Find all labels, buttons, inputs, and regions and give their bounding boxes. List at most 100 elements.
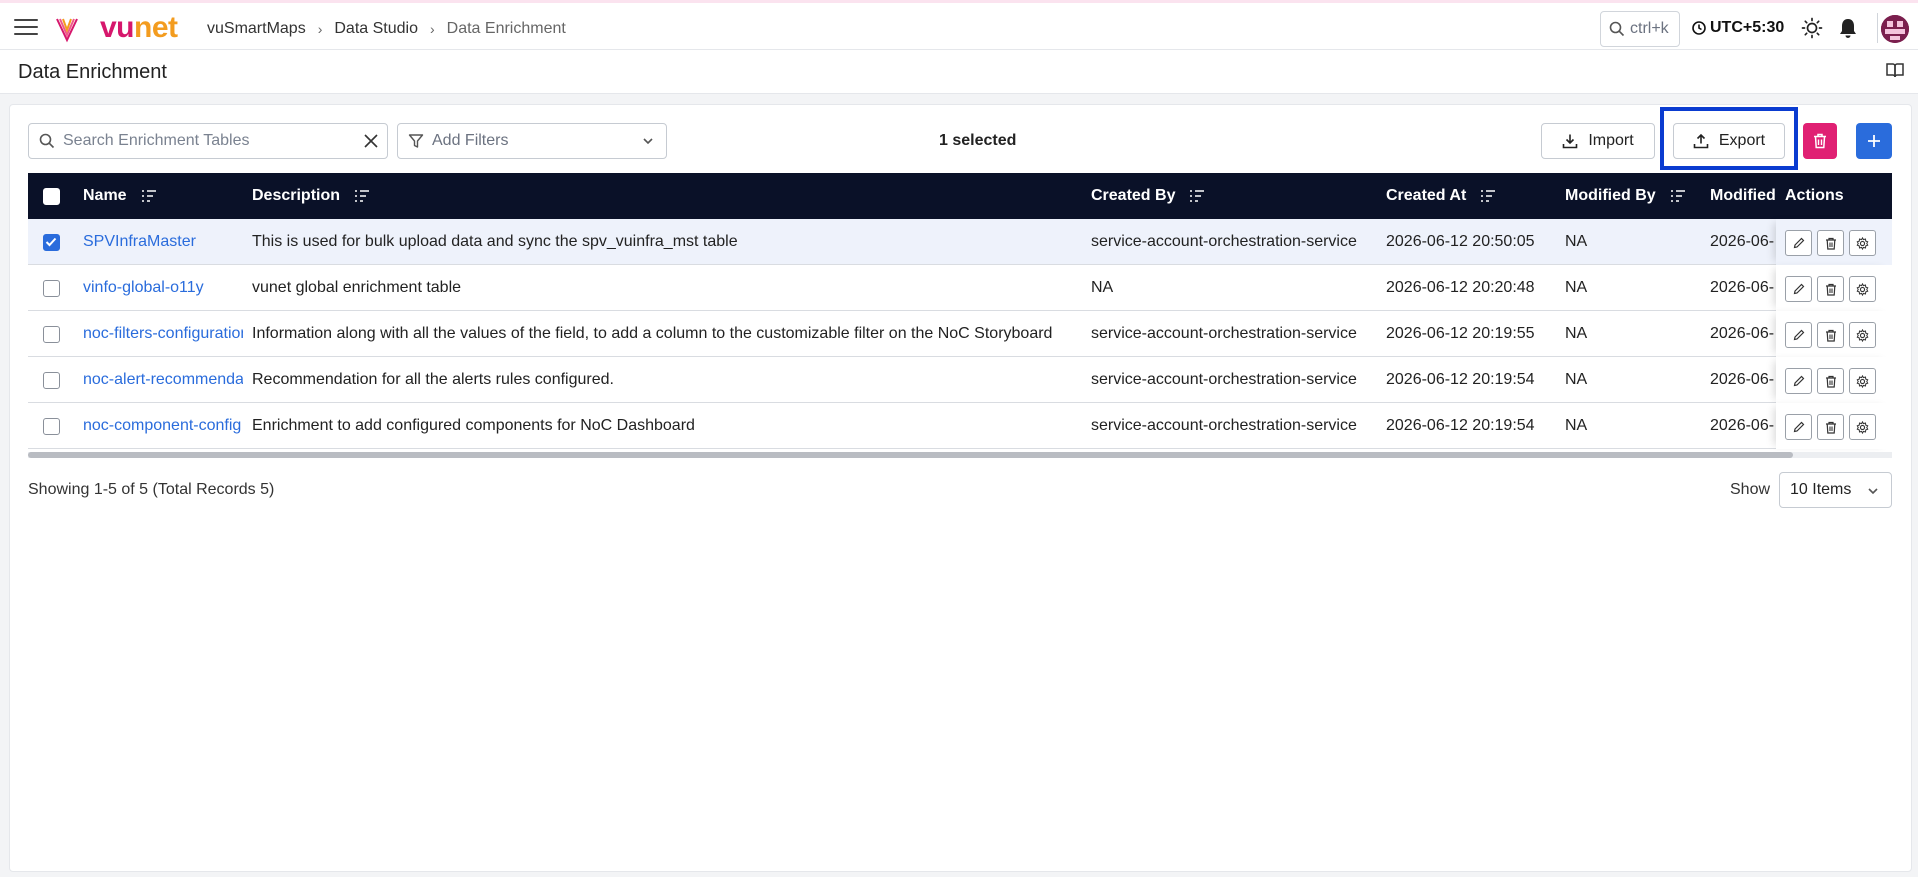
trash-icon	[1825, 283, 1836, 296]
settings-button[interactable]	[1849, 230, 1876, 256]
delete-button[interactable]	[1817, 230, 1844, 256]
delete-button[interactable]	[1817, 322, 1844, 348]
row-name-link[interactable]: noc-component-config	[83, 417, 243, 435]
row-modified-by: NA	[1565, 325, 1588, 342]
settings-button[interactable]	[1849, 414, 1876, 440]
row-modified-at: 2026-06-	[1710, 279, 1775, 296]
row-modified-by: NA	[1565, 417, 1588, 434]
plus-icon	[1868, 135, 1880, 147]
gear-icon	[1856, 420, 1869, 434]
row-created-at: 2026-06-12 20:19:54	[1386, 371, 1535, 388]
gear-icon	[1856, 282, 1869, 296]
settings-button[interactable]	[1849, 276, 1876, 302]
row-modified-at: 2026-06-	[1710, 417, 1775, 434]
avatar[interactable]	[1881, 15, 1909, 43]
row-checkbox[interactable]	[43, 234, 60, 251]
row-created-by: NA	[1091, 279, 1114, 296]
page-size-label: Show	[1730, 481, 1771, 498]
table-row[interactable]: SPVInfraMaster This is used for bulk upl…	[28, 219, 1892, 265]
table-row[interactable]: noc-filters-configuration Information al…	[28, 311, 1892, 357]
edit-button[interactable]	[1785, 414, 1812, 440]
search-input[interactable]	[63, 132, 353, 150]
column-header-label: Actions	[1785, 187, 1844, 204]
row-actions	[1776, 311, 1892, 357]
row-modified-by: NA	[1565, 279, 1588, 296]
trash-icon	[1825, 421, 1836, 434]
page-header: Data Enrichment	[0, 50, 1918, 94]
edit-button[interactable]	[1785, 230, 1812, 256]
sort-icon[interactable]	[141, 189, 157, 203]
edit-button[interactable]	[1785, 276, 1812, 302]
sort-icon[interactable]	[1670, 189, 1686, 203]
edit-button[interactable]	[1785, 322, 1812, 348]
timezone-selector[interactable]: UTC+5:30	[1692, 19, 1784, 37]
settings-button[interactable]	[1849, 322, 1876, 348]
add-button[interactable]	[1856, 123, 1892, 159]
sort-icon[interactable]	[354, 189, 370, 203]
export-button[interactable]: Export	[1673, 123, 1785, 159]
import-button[interactable]: Import	[1541, 123, 1655, 159]
row-checkbox[interactable]	[43, 326, 60, 343]
clock-icon	[1692, 21, 1706, 35]
download-icon	[1563, 134, 1578, 149]
row-actions	[1776, 403, 1892, 449]
column-header-label: Created At	[1386, 187, 1467, 204]
row-checkbox[interactable]	[43, 280, 60, 297]
selected-count: 1 selected	[939, 132, 1017, 149]
add-filters-dropdown[interactable]: Add Filters	[397, 123, 667, 159]
row-name-link[interactable]: vinfo-global-o11y	[83, 279, 243, 297]
divider	[1877, 13, 1878, 43]
search-icon	[1609, 21, 1625, 37]
pencil-icon	[1793, 421, 1804, 433]
row-modified-by: NA	[1565, 371, 1588, 388]
page-size-select[interactable]: 10 Items	[1779, 472, 1892, 508]
search-icon	[39, 133, 55, 149]
bulk-delete-button[interactable]	[1803, 123, 1837, 159]
column-header-description: Description	[252, 187, 370, 205]
filter-icon	[408, 134, 424, 148]
chevron-right-icon: ›	[429, 21, 435, 37]
pencil-icon	[1793, 375, 1804, 387]
breadcrumb-data-studio[interactable]: Data Studio	[334, 20, 418, 38]
row-name-link[interactable]: noc-filters-configuration	[83, 325, 243, 343]
delete-button[interactable]	[1817, 368, 1844, 394]
table-row[interactable]: vinfo-global-o11y vunet global enrichmen…	[28, 265, 1892, 311]
delete-button[interactable]	[1817, 414, 1844, 440]
edit-button[interactable]	[1785, 368, 1812, 394]
row-created-at: 2026-06-12 20:19:54	[1386, 417, 1535, 434]
import-label: Import	[1588, 132, 1634, 149]
row-modified-at: 2026-06-	[1710, 325, 1775, 342]
delete-button[interactable]	[1817, 276, 1844, 302]
brand-logo[interactable]: vunet	[100, 11, 178, 45]
table-row[interactable]: noc-alert-recommendation Recommendation …	[28, 357, 1892, 403]
gear-icon	[1856, 328, 1869, 342]
settings-button[interactable]	[1849, 368, 1876, 394]
row-description: This is used for bulk upload data and sy…	[252, 233, 738, 250]
page-size-value: 10 Items	[1790, 481, 1852, 498]
global-search-button[interactable]: ctrl+k	[1600, 11, 1680, 47]
breadcrumb-vusmartmaps[interactable]: vuSmartMaps	[207, 20, 306, 38]
row-description: Information along with all the values of…	[252, 325, 1053, 342]
column-header-label: Name	[83, 187, 127, 204]
gear-icon	[1856, 236, 1869, 250]
bell-icon[interactable]	[1838, 17, 1858, 39]
book-icon[interactable]	[1886, 62, 1904, 78]
row-description: Enrichment to add configured components …	[252, 417, 695, 434]
row-modified-at: 2026-06-	[1710, 233, 1775, 250]
row-name-link[interactable]: noc-alert-recommendation	[83, 371, 243, 389]
menu-icon[interactable]	[14, 19, 38, 37]
sun-icon[interactable]	[1801, 17, 1823, 39]
row-checkbox[interactable]	[43, 372, 60, 389]
sort-icon[interactable]	[1189, 189, 1205, 203]
scrollbar-thumb[interactable]	[28, 452, 1793, 458]
close-icon[interactable]	[363, 133, 379, 149]
table-row[interactable]: noc-component-config Enrichment to add c…	[28, 403, 1892, 449]
pagination-summary: Showing 1-5 of 5 (Total Records 5)	[28, 481, 275, 498]
row-created-at: 2026-06-12 20:20:48	[1386, 279, 1535, 296]
row-name-link[interactable]: SPVInfraMaster	[83, 233, 243, 251]
row-actions	[1776, 265, 1892, 311]
horizontal-scrollbar[interactable]	[28, 452, 1892, 458]
row-checkbox[interactable]	[43, 418, 60, 435]
sort-icon[interactable]	[1480, 189, 1496, 203]
select-all-checkbox[interactable]	[43, 188, 60, 205]
